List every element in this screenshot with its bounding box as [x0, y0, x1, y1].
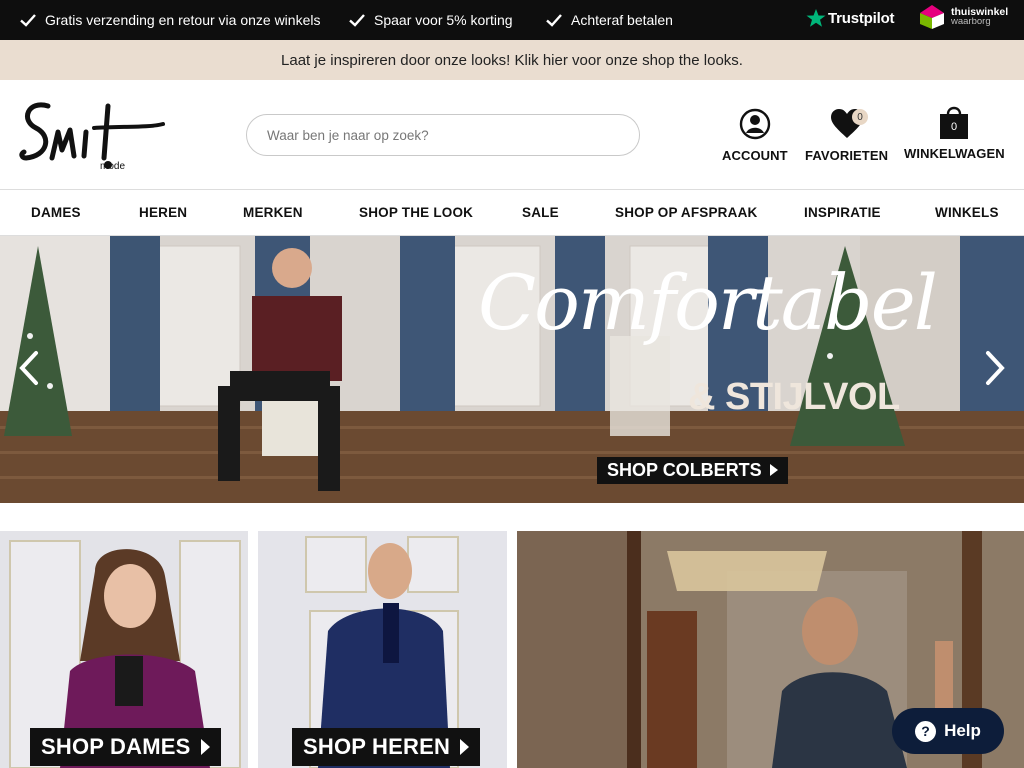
tile-cta-label: SHOP DAMES [41, 734, 191, 759]
help-button[interactable]: ? Help [892, 708, 1004, 754]
nav-item-shop-the-look[interactable]: SHOP THE LOOK [359, 205, 473, 220]
account-label: ACCOUNT [722, 148, 788, 163]
tile-heren[interactable]: SHOP HEREN [258, 531, 507, 768]
play-arrow-icon [460, 739, 470, 755]
check-icon [546, 14, 562, 27]
cart-count: 0 [951, 121, 958, 133]
usp-label: Achteraf betalen [571, 12, 673, 28]
promo-text: Laat je inspireren door onze looks! Klik… [281, 51, 743, 69]
usp-label: Spaar voor 5% korting [374, 12, 513, 28]
tile-dames[interactable]: SHOP DAMES [0, 531, 248, 768]
user-icon [739, 108, 771, 140]
nav-item-inspiratie[interactable]: INSPIRATIE [804, 205, 881, 220]
trustpilot-link[interactable]: Trustpilot [806, 8, 895, 28]
usp-item-free-shipping: Gratis verzending en retour via onze win… [19, 11, 320, 29]
account-link[interactable]: ACCOUNT [722, 108, 788, 163]
check-icon [349, 14, 365, 27]
logo-sub: mode [100, 161, 125, 172]
search-input[interactable] [246, 114, 640, 156]
hero-script-text: Comfortabel [478, 258, 938, 347]
question-icon: ? [915, 720, 937, 742]
cart-label: WINKELWAGEN [904, 146, 1005, 161]
chevron-left-icon[interactable] [18, 350, 40, 386]
check-icon [20, 14, 36, 27]
play-arrow-icon [200, 739, 210, 755]
shop-colberts-button[interactable]: SHOP COLBERTS [597, 457, 788, 484]
hero-subtext: & STIJLVOL [688, 376, 900, 418]
hero-banner[interactable]: Comfortabel & STIJLVOL SHOP COLBERTS [0, 236, 1024, 503]
help-label: Help [944, 721, 981, 740]
promo-banner[interactable]: Laat je inspireren door onze looks! Klik… [0, 40, 1024, 80]
cart-link[interactable]: WINKELWAGEN [904, 106, 1005, 161]
nav-item-merken[interactable]: MERKEN [243, 205, 303, 220]
shop-heren-button[interactable]: SHOP HEREN [292, 728, 481, 766]
usp-label: Gratis verzending en retour via onze win… [45, 12, 321, 28]
site-header: mode ACCOUNT FAVORIETEN WINKELWAGEN [0, 80, 1024, 190]
trustpilot-star-icon [806, 9, 826, 27]
nav-item-winkels[interactable]: WINKELS [935, 205, 999, 220]
nav-item-dames[interactable]: DAMES [31, 205, 81, 220]
usp-item-pay-later: Achteraf betalen [545, 11, 673, 29]
nav-item-shop-op-afspraak[interactable]: SHOP OP AFSPRAAK [615, 205, 757, 220]
favorites-label: FAVORIETEN [805, 148, 889, 163]
thuiswinkel-text: thuiswinkel waarborg [951, 7, 1008, 27]
chevron-right-icon[interactable] [984, 350, 1006, 386]
nav-item-sale[interactable]: SALE [522, 205, 559, 220]
thuiswinkel-badge[interactable]: thuiswinkel waarborg [919, 4, 1008, 30]
favorites-link[interactable]: FAVORIETEN [805, 108, 888, 163]
usp-item-savings: Spaar voor 5% korting [348, 11, 513, 29]
smit-mode-logo[interactable]: mode [18, 98, 168, 172]
usp-bar: Gratis verzending en retour via onze win… [0, 0, 1024, 40]
favorites-count-badge: 0 [852, 109, 868, 125]
thuiswinkel-subtitle: waarborg [951, 16, 991, 27]
play-arrow-icon [769, 464, 778, 476]
tile-cta-label: SHOP HEREN [303, 734, 451, 759]
hero-cta-label: SHOP COLBERTS [607, 460, 762, 480]
thuiswinkel-logo-icon [920, 5, 944, 29]
main-nav: DAMES HEREN MERKEN SHOP THE LOOK SALE SH… [0, 191, 1024, 236]
nav-item-heren[interactable]: HEREN [139, 205, 187, 220]
shop-dames-button[interactable]: SHOP DAMES [30, 728, 221, 766]
trustpilot-label: Trustpilot [828, 9, 895, 27]
